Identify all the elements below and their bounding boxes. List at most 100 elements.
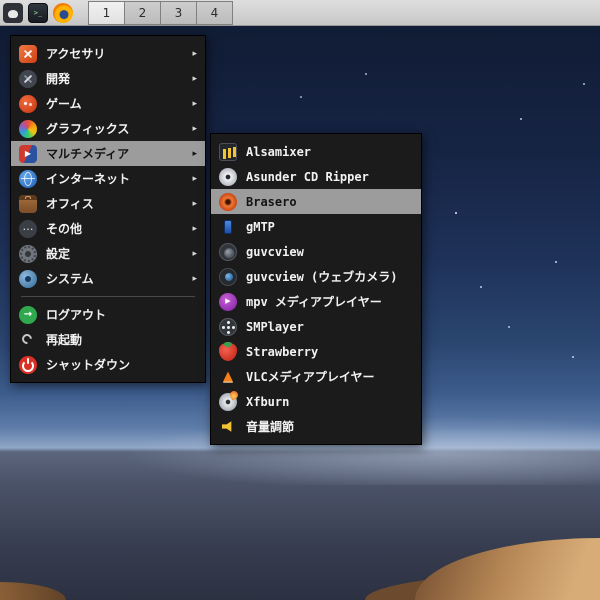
menu-action-label: ログアウト [46,308,107,322]
development-icon [19,69,37,88]
chevron-right-icon: ▸ [192,123,197,134]
vlc-icon [219,368,237,386]
submenu-item-label: Alsamixer [246,144,312,159]
submenu-item-smplayer[interactable]: SMPlayer [211,314,421,339]
cd-ripper-icon [219,167,237,186]
menu-category-label: マルチメディア [46,147,130,161]
restart-icon [19,331,37,349]
menu-category-multimedia[interactable]: マルチメディア ▸ [11,141,205,166]
gmtp-icon [219,218,237,236]
workspace-button-4[interactable]: 4 [196,0,233,25]
menu-action-label: シャットダウン [46,358,131,372]
logout-icon [19,305,37,324]
settings-icon [19,244,37,263]
menu-category-label: オフィス [46,197,94,211]
workspace-label: 3 [174,5,183,20]
menu-action-label: 再起動 [46,333,83,347]
games-icon [19,94,37,113]
menu-category-accessories[interactable]: アクセサリ ▸ [11,41,205,66]
other-icon [19,219,37,238]
submenu-item-label: guvcview [246,244,304,259]
chevron-right-icon: ▸ [192,148,197,159]
menu-category-label: インターネット [46,172,131,186]
stars-decoration [0,26,2,28]
alsamixer-icon [219,142,237,161]
webcam-icon [219,267,237,286]
submenu-item-label: Brasero [246,194,297,209]
menu-category-games[interactable]: ゲーム ▸ [11,91,205,116]
submenu-item-xfburn[interactable]: Xfburn [211,389,421,414]
sand-dune-left [0,582,66,600]
top-panel: 1 2 3 4 [0,0,600,26]
graphics-icon [19,119,37,138]
mpv-icon [219,292,237,311]
workspace-switcher: 1 2 3 4 [88,0,233,25]
menu-separator [21,296,195,297]
submenu-item-label: Xfburn [246,394,290,409]
menu-category-label: グラフィックス [46,122,130,136]
accessories-icon [19,44,37,63]
terminal-launcher-icon[interactable] [28,2,48,23]
submenu-item-brasero[interactable]: Brasero [211,189,421,214]
menu-category-label: 開発 [46,72,71,86]
sand-dune [415,538,600,600]
submenu-item-asunder[interactable]: Asunder CD Ripper [211,164,421,189]
multimedia-submenu: Alsamixer Asunder CD Ripper Brasero gMTP… [210,133,422,445]
workspace-button-3[interactable]: 3 [160,0,197,25]
chevron-right-icon: ▸ [192,173,197,184]
menu-category-label: 設定 [46,247,71,261]
menu-category-graphics[interactable]: グラフィックス ▸ [11,116,205,141]
chevron-right-icon: ▸ [192,273,197,284]
submenu-item-label: SMPlayer [246,319,304,334]
menu-category-settings[interactable]: 設定 ▸ [11,241,205,266]
menu-category-other[interactable]: その他 ▸ [11,216,205,241]
submenu-item-label: 音量調節 [246,420,295,434]
internet-icon [19,169,37,188]
submenu-item-volume-control[interactable]: 音量調節 [211,414,421,439]
workspace-label: 4 [210,5,219,20]
chevron-right-icon: ▸ [192,223,197,234]
multimedia-icon [19,144,37,163]
workspace-button-1[interactable]: 1 [88,0,125,25]
submenu-item-label: VLCメディアプレイヤー [246,370,375,384]
applications-menu-button[interactable] [3,2,23,23]
submenu-item-label: mpv メディアプレイヤー [246,295,382,309]
chevron-right-icon: ▸ [192,73,197,84]
workspace-label: 1 [102,5,111,20]
chevron-right-icon: ▸ [192,48,197,59]
menu-action-logout[interactable]: ログアウト [11,302,205,327]
submenu-item-mpv[interactable]: mpv メディアプレイヤー [211,289,421,314]
menu-category-office[interactable]: オフィス ▸ [11,191,205,216]
brasero-icon [219,192,237,211]
volume-icon [219,418,237,436]
menu-category-development[interactable]: 開発 ▸ [11,66,205,91]
strawberry-icon [219,341,237,361]
menu-category-label: システム [46,272,94,286]
menu-action-restart[interactable]: 再起動 [11,327,205,352]
submenu-item-label: Asunder CD Ripper [246,169,369,184]
submenu-item-label: gMTP [246,219,275,234]
firefox-launcher-icon[interactable] [53,2,73,23]
menu-action-shutdown[interactable]: シャットダウン [11,352,205,377]
workspace-button-2[interactable]: 2 [124,0,161,25]
submenu-item-vlc[interactable]: VLCメディアプレイヤー [211,364,421,389]
chevron-right-icon: ▸ [192,198,197,209]
submenu-item-gmtp[interactable]: gMTP [211,214,421,239]
shutdown-icon [19,355,37,374]
menu-category-label: その他 [46,222,83,236]
submenu-item-guvcview-webcam[interactable]: guvcview (ウェブカメラ) [211,264,421,289]
chevron-right-icon: ▸ [192,248,197,259]
menu-category-label: ゲーム [46,97,82,111]
xfburn-icon [219,392,237,411]
submenu-item-label: Strawberry [246,344,319,359]
system-icon [19,269,37,288]
smplayer-icon [219,317,237,336]
workspace-label: 2 [138,5,147,20]
submenu-item-strawberry[interactable]: Strawberry [211,339,421,364]
chevron-right-icon: ▸ [192,98,197,109]
menu-category-system[interactable]: システム ▸ [11,266,205,291]
submenu-item-label: guvcview (ウェブカメラ) [246,270,398,284]
submenu-item-guvcview[interactable]: guvcview [211,239,421,264]
submenu-item-alsamixer[interactable]: Alsamixer [211,139,421,164]
menu-category-internet[interactable]: インターネット ▸ [11,166,205,191]
